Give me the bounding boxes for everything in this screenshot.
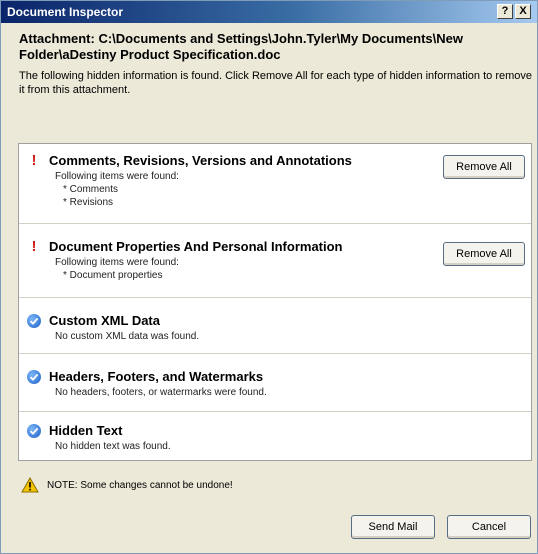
description-text: The following hidden information is foun…: [19, 70, 532, 96]
result-text: Following items were found: * Comments *…: [55, 171, 179, 208]
window-title: Document Inspector: [7, 5, 124, 19]
check-icon: [27, 314, 41, 328]
result-text: Following items were found: * Document p…: [55, 257, 179, 281]
result-subitem: * Comments: [63, 184, 119, 195]
result-title: Comments, Revisions, Versions and Annota…: [49, 153, 352, 168]
close-button[interactable]: X: [515, 4, 531, 19]
cancel-button[interactable]: Cancel: [447, 515, 531, 539]
attachment-path: Attachment: C:\Documents and Settings\Jo…: [19, 31, 531, 63]
attachment-line-1: Attachment: C:\Documents and Settings\Jo…: [19, 31, 463, 46]
result-title: Document Properties And Personal Informa…: [49, 239, 343, 254]
result-item-hidden-text: Hidden Text No hidden text was found.: [19, 412, 531, 460]
result-subitem: * Revisions: [63, 197, 114, 208]
help-button[interactable]: ?: [497, 4, 513, 19]
result-item-custom-xml: Custom XML Data No custom XML data was f…: [19, 298, 531, 354]
send-mail-button[interactable]: Send Mail: [351, 515, 435, 539]
warning-triangle-icon: [21, 477, 39, 493]
result-text: No headers, footers, or watermarks were …: [55, 387, 267, 398]
title-bar: Document Inspector ? X: [1, 1, 537, 23]
result-title: Headers, Footers, and Watermarks: [49, 369, 264, 384]
remove-all-button-properties[interactable]: Remove All: [443, 242, 525, 266]
document-inspector-dialog: Document Inspector ? X Attachment: C:\Do…: [0, 0, 538, 554]
result-item-headers-footers: Headers, Footers, and Watermarks No head…: [19, 354, 531, 412]
result-subitem: * Document properties: [63, 270, 163, 281]
inspection-results-panel: ! Comments, Revisions, Versions and Anno…: [18, 143, 532, 461]
result-text: No hidden text was found.: [55, 441, 171, 452]
check-icon: [27, 424, 41, 438]
remove-all-button-comments[interactable]: Remove All: [443, 155, 525, 179]
result-text: No custom XML data was found.: [55, 331, 200, 342]
result-title: Hidden Text: [49, 423, 123, 438]
attachment-line-2: Folder\aDestiny Product Specification.do…: [19, 47, 281, 62]
result-item-document-properties: ! Document Properties And Personal Infor…: [19, 224, 531, 298]
note-text: NOTE: Some changes cannot be undone!: [47, 480, 233, 491]
warning-icon: !: [31, 152, 37, 169]
check-icon: [27, 370, 41, 384]
result-item-comments: ! Comments, Revisions, Versions and Anno…: [19, 144, 531, 224]
undo-note: NOTE: Some changes cannot be undone!: [21, 477, 521, 495]
warning-icon: !: [31, 238, 37, 255]
result-title: Custom XML Data: [49, 313, 160, 328]
